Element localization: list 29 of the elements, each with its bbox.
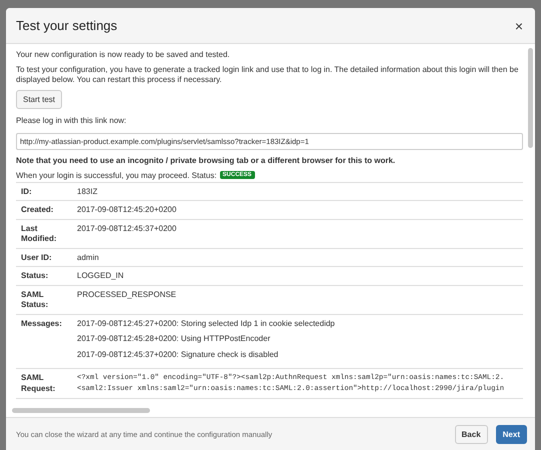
field-label: Created: xyxy=(21,205,54,216)
field-value: 2017-09-08T12:45:37+0200 xyxy=(77,224,178,234)
horizontal-scrollbar[interactable] xyxy=(12,408,150,413)
field-label: Status: xyxy=(21,271,50,282)
status-text: When your login is successful, you may proceed. Status: xyxy=(16,170,217,180)
paragraph: To test your configuration, you have to generate a tracked login link and use that to log in. The detailed information about this login will then be displayed below. You can restart this process if necessary. xyxy=(16,64,520,86)
paragraph: Your new configuration is now ready to be saved and tested. xyxy=(16,50,231,60)
field-label: ID: xyxy=(21,186,33,197)
dialog-title: Test your settings xyxy=(16,18,118,33)
field-value: 2017-09-08T12:45:20+0200 xyxy=(77,205,178,216)
back-button[interactable]: Back xyxy=(454,424,488,444)
field-label: Messages: xyxy=(21,318,63,330)
next-button[interactable]: Next xyxy=(496,424,527,444)
note-text: Note that you need to use an incognito / private browsing tab or a different browser for this to work. xyxy=(16,156,396,166)
message-text: 2017-09-08T12:45:28+0200: Using HTTPPostEncoder xyxy=(77,334,272,344)
vertical-scrollbar[interactable] xyxy=(528,48,533,148)
field-value: PROCESSED_RESPONSE xyxy=(77,290,178,300)
close-button[interactable]: × xyxy=(512,18,525,34)
start-test-button[interactable]: Start test xyxy=(16,90,62,108)
field-label: User ID: xyxy=(21,252,53,263)
message-text: 2017-09-08T12:45:37+0200: Signature check is disabled xyxy=(77,350,280,360)
field-label: SAML Request: xyxy=(21,373,56,395)
field-label: SAML Status: xyxy=(21,290,50,310)
field-value: admin xyxy=(77,252,100,263)
field-value: 183IZ xyxy=(77,186,98,197)
field-label: Last Modified: xyxy=(21,224,58,244)
field-value: LOGGED_IN xyxy=(77,271,125,282)
message-text: 2017-09-08T12:45:27+0200: Storing selected Idp 1 in cookie selectedidp xyxy=(77,318,336,329)
link-label: Please log in with this link now: xyxy=(16,116,128,126)
